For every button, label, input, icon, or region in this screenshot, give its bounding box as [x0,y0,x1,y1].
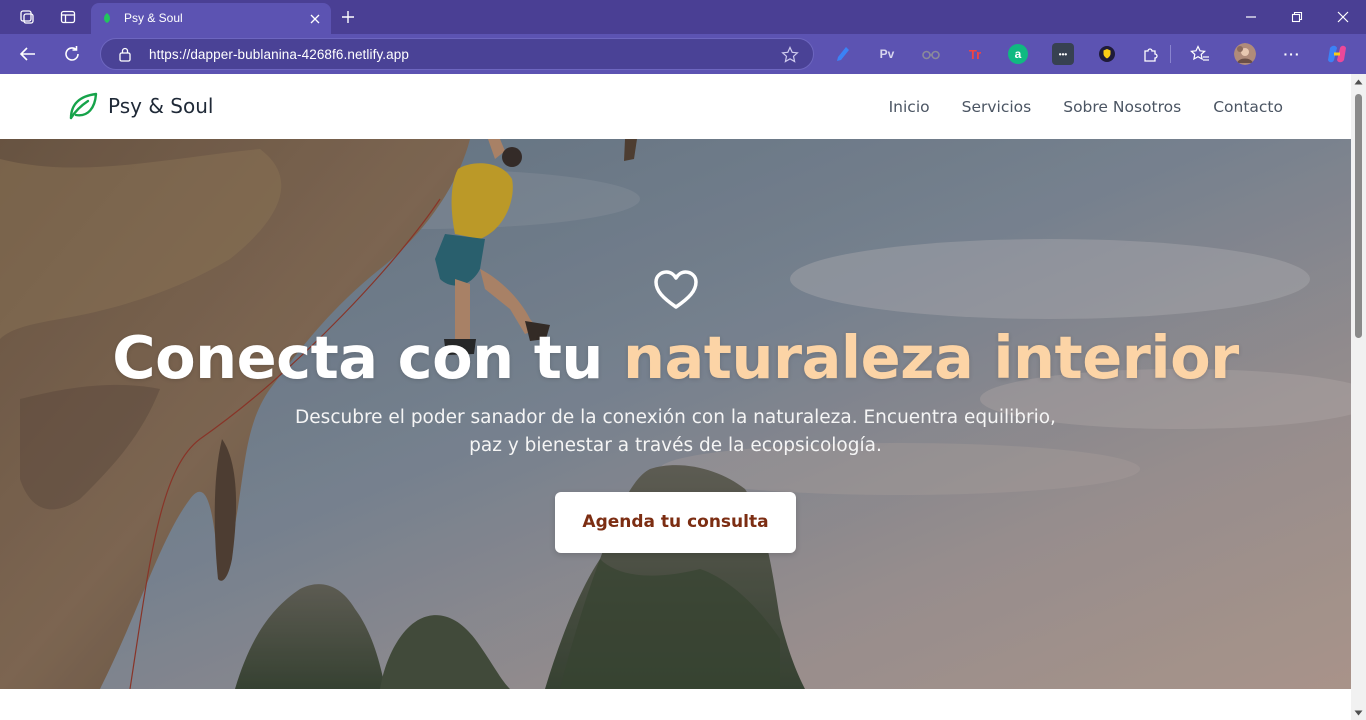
tab-actions-icon[interactable] [55,5,81,29]
leaf-logo-icon [69,92,98,120]
tab-title: Psy & Soul [124,11,183,25]
book-consultation-button[interactable]: Agenda tu consulta [555,492,796,553]
workspaces-icon[interactable] [14,5,40,29]
copilot-icon[interactable] [1326,43,1348,65]
close-tab-icon[interactable] [305,9,325,29]
url-text[interactable]: https://dapper-bublanina-4268f6.netlify.… [149,47,409,62]
dots-extension[interactable]: ••• [1052,43,1074,65]
back-arrow-icon[interactable] [14,41,42,67]
scroll-up-arrow-icon[interactable] [1354,79,1363,85]
toolbar-divider [1170,45,1171,63]
pencil-extension-icon[interactable] [832,43,854,65]
glasses-extension-icon[interactable] [920,43,942,65]
page-scrollbar[interactable] [1351,74,1366,720]
new-tab-icon[interactable] [336,5,360,29]
hero-content: Conecta con tu naturaleza interior Descu… [0,269,1351,553]
hero-title: Conecta con tu naturaleza interior [0,323,1351,392]
close-window-icon[interactable] [1328,5,1358,29]
brand-logo[interactable]: Psy & Soul [68,92,213,120]
a-extension[interactable]: a [1008,44,1028,64]
browser-toolbar: https://dapper-bublanina-4268f6.netlify.… [0,34,1366,74]
browser-tab-bar: Psy & Soul [0,0,1366,34]
refresh-icon[interactable] [58,41,86,67]
heart-icon [653,270,698,309]
restore-icon[interactable] [1282,5,1312,29]
address-bar[interactable]: https://dapper-bublanina-4268f6.netlify.… [100,38,814,70]
nav-link-contacto[interactable]: Contacto [1213,98,1283,116]
favorites-icon[interactable] [1189,43,1211,65]
scrollbar-thumb[interactable] [1355,94,1362,338]
nav-links: Inicio Servicios Sobre Nosotros Contacto [889,98,1283,116]
favorite-star-icon[interactable] [781,46,799,64]
profile-avatar[interactable] [1234,43,1256,65]
extensions-puzzle-icon[interactable] [1140,43,1162,65]
hero-section: Conecta con tu naturaleza interior Descu… [0,139,1351,689]
nav-link-servicios[interactable]: Servicios [962,98,1032,116]
brand-name: Psy & Soul [108,94,214,118]
leaf-favicon-icon [104,13,110,23]
minimize-icon[interactable] [1236,5,1266,29]
lock-icon[interactable] [118,47,132,62]
nav-link-inicio[interactable]: Inicio [889,98,930,116]
browser-tab-active[interactable]: Psy & Soul [91,3,331,34]
pv-extension[interactable]: Pv [875,43,899,65]
page-viewport: Psy & Soul Inicio Servicios Sobre Nosotr… [0,74,1351,720]
site-navbar: Psy & Soul Inicio Servicios Sobre Nosotr… [0,74,1351,139]
scroll-down-arrow-icon[interactable] [1354,710,1363,716]
hero-subtitle: Descubre el poder sanador de la conexión… [295,407,1056,456]
tr-extension[interactable]: Tr [964,43,986,65]
hero-title-accent: naturaleza interior [622,323,1239,392]
more-options-icon[interactable]: ··· [1281,43,1303,65]
hero-title-main: Conecta con tu [112,323,623,392]
nav-link-sobre-nosotros[interactable]: Sobre Nosotros [1063,98,1181,116]
shield-extension-icon[interactable] [1096,43,1118,65]
